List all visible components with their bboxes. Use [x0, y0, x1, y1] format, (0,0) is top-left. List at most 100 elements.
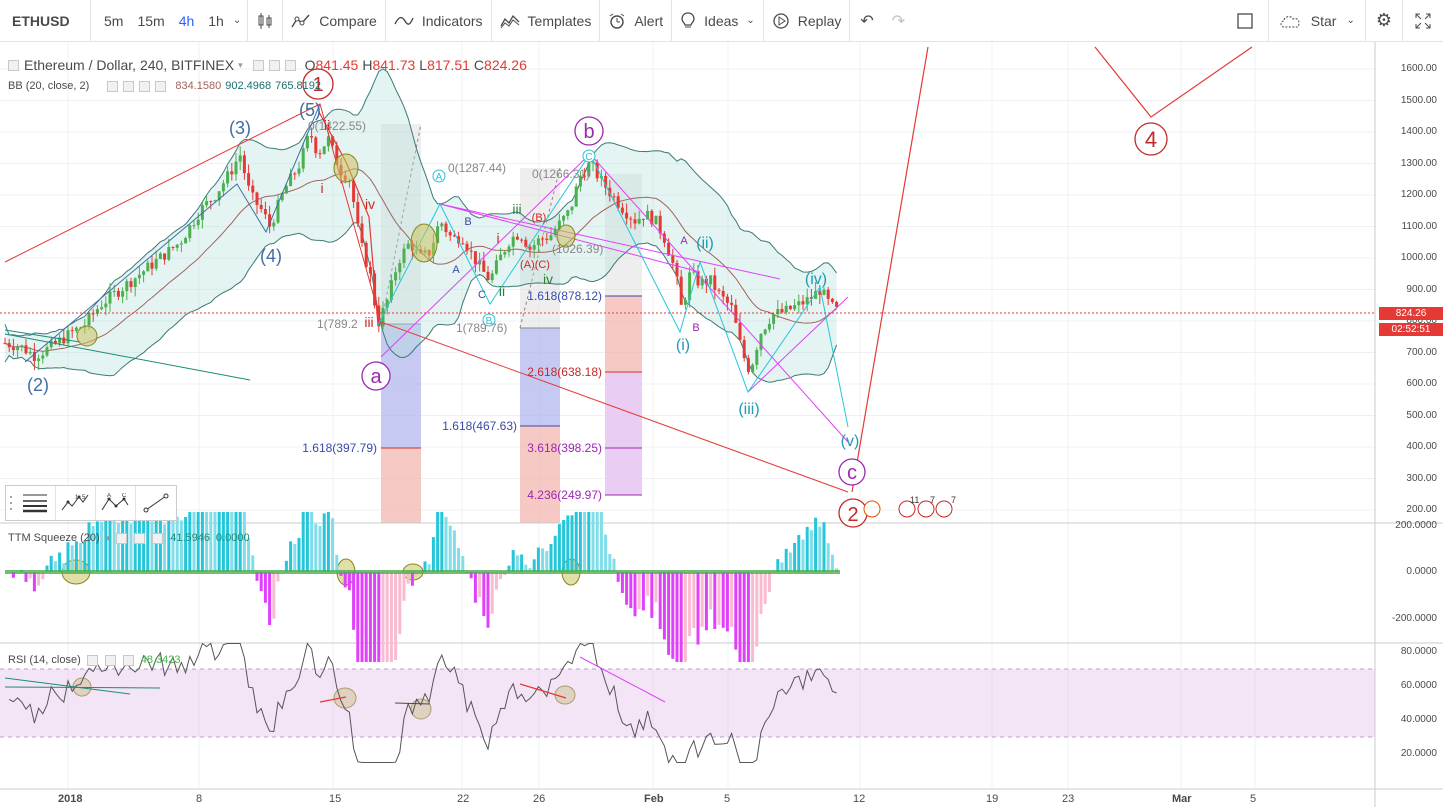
price-axis-label: 900.00 — [1406, 283, 1437, 295]
fullscreen-button[interactable] — [1403, 0, 1443, 42]
ttm-bar — [179, 520, 183, 572]
undo-button[interactable]: ↶ — [850, 0, 883, 42]
ttm-bar — [797, 535, 801, 572]
candle-body — [641, 218, 645, 220]
ttm-bar — [801, 539, 805, 572]
indicators-button[interactable]: Indicators — [386, 0, 491, 42]
redo-button[interactable]: ↷ — [884, 0, 913, 42]
ttm-bar — [356, 572, 360, 662]
alert-button[interactable]: Alert — [600, 0, 671, 42]
close-icon[interactable] — [139, 80, 151, 92]
timeframe-15m[interactable]: 15m — [130, 13, 171, 29]
ttm-bar — [604, 534, 608, 572]
ttm-bar — [322, 513, 326, 572]
price-axis-label: 700.00 — [1406, 346, 1437, 358]
chevron-down-icon[interactable]: ▾ — [238, 60, 243, 71]
trendline-icon[interactable] — [136, 486, 176, 520]
replay-button[interactable]: Replay — [764, 0, 850, 42]
templates-button[interactable]: Templates — [492, 0, 600, 42]
ttm-bar — [549, 543, 553, 572]
ttm-bar — [629, 572, 633, 609]
line-style-icon[interactable] — [16, 486, 56, 520]
event-count-2: 7 — [930, 495, 935, 505]
chevron-down-icon[interactable]: ⌄ — [1346, 15, 1354, 26]
timeframe-4h[interactable]: 4h — [172, 13, 202, 29]
ttm-bar — [116, 523, 120, 572]
ttm-bar — [809, 530, 813, 572]
chevron-down-icon[interactable]: ⌄ — [233, 15, 241, 26]
ttm-bar — [268, 572, 272, 626]
chevron-down-icon[interactable]: ⌄ — [746, 15, 754, 26]
candle-body — [826, 289, 830, 299]
bb-lower-value: 765.8192 — [275, 80, 321, 92]
ideas-button[interactable]: Ideas ⌄ — [672, 0, 763, 42]
timeframe-1h[interactable]: 1h — [201, 13, 231, 29]
ttm-bar — [385, 572, 389, 662]
timeframe-5m[interactable]: 5m — [97, 13, 130, 29]
gear-icon[interactable] — [268, 59, 280, 71]
candle-body — [272, 222, 276, 227]
gear-icon[interactable] — [134, 532, 146, 544]
close-icon[interactable] — [152, 532, 164, 544]
price-chart[interactable]: 1 4 2 (2) (3) (4) (5) a b c i ii iii iv … — [0, 42, 1443, 807]
chart-type-button[interactable] — [248, 0, 282, 42]
fib-label-5: 1(789.76) — [456, 321, 507, 335]
time-axis-label: 5 — [1250, 793, 1257, 805]
collapse-legend-icon[interactable] — [8, 59, 19, 71]
elliott-impulse-icon[interactable]: 15 — [56, 486, 96, 520]
candle-body — [28, 351, 32, 354]
gear-icon[interactable] — [123, 80, 135, 92]
ttm-bar — [87, 522, 91, 572]
expand-icon — [1415, 13, 1431, 28]
ttm-bar — [436, 512, 440, 572]
price-axis-label: 1100.00 — [1401, 220, 1437, 232]
wave-label-wi: (i) — [676, 337, 690, 354]
ttm-bar — [263, 572, 267, 603]
drag-handle[interactable] — [6, 486, 16, 520]
candle-body — [709, 275, 713, 285]
candle-body — [230, 171, 234, 175]
ttm-bar — [66, 542, 70, 572]
ttm-bar — [751, 572, 755, 662]
wave-label-B-paren: (B) — [532, 212, 547, 224]
eye-icon[interactable] — [107, 80, 119, 92]
eye-icon[interactable] — [252, 59, 264, 71]
settings-button[interactable]: ⚙ — [1366, 0, 1402, 42]
symbol-search[interactable]: ETHUSD — [0, 0, 90, 42]
wave-label-iii: iii — [364, 314, 373, 330]
high-value: 841.73 — [372, 57, 416, 73]
elliott-correction-icon[interactable]: AC — [96, 486, 136, 520]
ttm-bar — [679, 572, 683, 662]
price-axis-label: 1600.00 — [1400, 63, 1437, 74]
wave-label-C-circ: C — [585, 152, 592, 163]
ttm-bar — [515, 555, 519, 572]
ttm-axis-label: 200.0000 — [1395, 520, 1437, 531]
rsi-axis-label: 20.0000 — [1400, 748, 1437, 759]
ttm-bar — [709, 572, 713, 610]
star-button[interactable]: Star ⌄ — [1269, 0, 1365, 42]
main-legend: Ethereum / Dollar, 240, BITFINEX ▾ O 841.… — [8, 57, 527, 73]
eye-icon[interactable] — [116, 532, 128, 544]
compare-button[interactable]: Compare — [283, 0, 385, 42]
candle-body — [448, 232, 452, 236]
candle-body — [133, 278, 137, 288]
ttm-bar — [591, 512, 595, 572]
ttm-axis-label: -200.0000 — [1391, 613, 1437, 624]
candle-body — [150, 262, 154, 269]
star-label: Star — [1310, 12, 1337, 29]
gear-icon[interactable] — [104, 654, 116, 666]
wave-label-wii: (ii) — [696, 235, 714, 252]
eye-icon[interactable] — [86, 654, 98, 666]
close-icon[interactable] — [122, 654, 134, 666]
wave-label-iv: iv — [365, 196, 375, 212]
ttm-bar — [310, 512, 314, 572]
fullscreen-toggle-button[interactable] — [1222, 0, 1268, 42]
price-axis-label: 600.00 — [1406, 378, 1437, 389]
candle-body — [536, 238, 540, 246]
ttm-bar — [520, 554, 524, 572]
ttm-legend: TTM Squeeze (20) ▾ 41.5946 0.0000 — [8, 532, 250, 544]
more-icon[interactable] — [155, 80, 167, 92]
chevron-down-icon[interactable]: ▾ — [106, 533, 111, 544]
ttm-bar — [335, 554, 339, 572]
close-icon[interactable] — [284, 59, 296, 71]
